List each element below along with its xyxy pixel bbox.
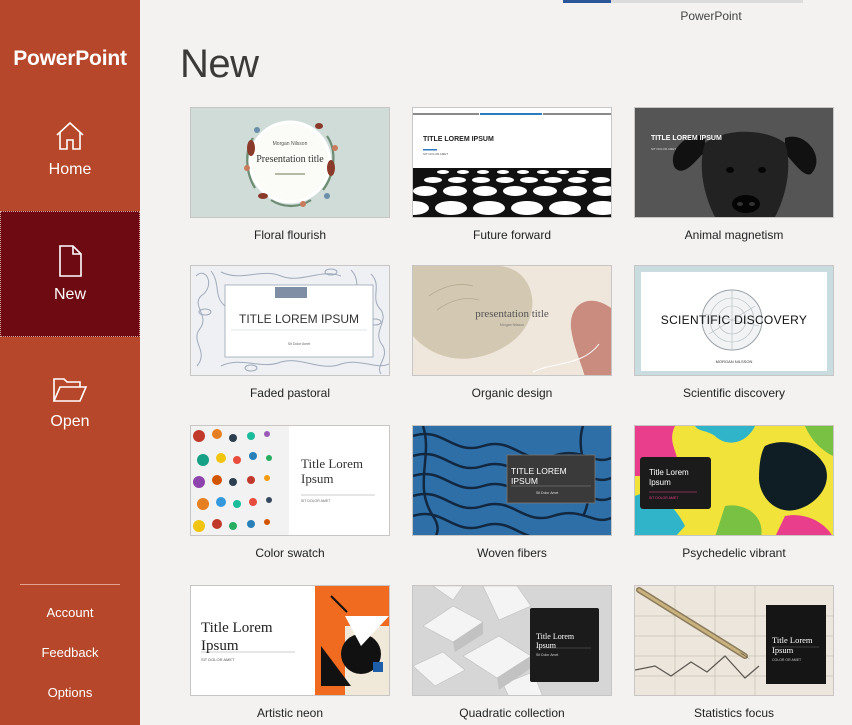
top-label: PowerPoint	[680, 9, 742, 23]
thumb-subtitle: COLOR OR AMET	[772, 658, 802, 662]
template-floral-flourish[interactable]: Morgan Nilsson Presentation title Floral…	[190, 107, 390, 242]
sidebar-divider	[20, 584, 120, 585]
nav-home[interactable]: Home	[0, 86, 140, 212]
template-thumbnail: TITLE LOREM IPSUM SIT DOLOR AMET	[412, 107, 612, 218]
template-thumbnail: TITLE LOREM IPSUM SIT DOLOR AMET	[634, 107, 834, 218]
template-thumbnail: Title Lorem Ipsum SIT DOLOR AMET	[190, 425, 390, 536]
thumb-title: Title Lorem Ipsum	[301, 456, 363, 486]
template-thumbnail: Title Lorem Ipsum SIT DOLOR AMET	[190, 585, 390, 696]
nav-home-label: Home	[48, 161, 92, 178]
template-name: Woven fibers	[477, 546, 547, 560]
thumb-subtitle: SIT DOLOR AMET	[423, 152, 449, 156]
thumb-title: TITLE LOREM IPSUM	[651, 135, 722, 142]
thumb-title: TITLE LOREM IPSUM	[423, 136, 494, 143]
powerpoint-backstage: PowerPoint Home New Open Account Feedbac…	[0, 0, 852, 725]
template-statistics-focus[interactable]: Title Lorem Ipsum COLOR OR AMET Statisti…	[634, 585, 834, 720]
nav-new[interactable]: New	[0, 211, 140, 337]
template-name: Statistics focus	[693, 706, 775, 720]
thumb-title: SCIENTIFIC DISCOVERY	[660, 313, 808, 327]
thumb-title: Presentation title	[256, 154, 324, 165]
thumb-subtitle: Sit Dolor Amet	[287, 342, 311, 346]
folder-open-icon	[52, 375, 88, 405]
scroll-indicator	[563, 0, 803, 3]
template-thumbnail: TITLE LOREM IPSUM Sit Dolor Amet	[412, 425, 612, 536]
nav-open-label: Open	[50, 413, 90, 430]
thumb-subtitle: SIT DOLOR AMET	[649, 496, 679, 500]
account-link[interactable]: Account	[0, 605, 140, 620]
template-thumbnail: Title Lorem Ipsum Sit Dolor Amet	[412, 585, 612, 696]
options-link[interactable]: Options	[0, 685, 140, 700]
home-icon	[53, 119, 87, 153]
thumb-author: Morgan Nilsson	[272, 141, 308, 147]
nav-new-label: New	[53, 286, 86, 303]
template-future-forward[interactable]: TITLE LOREM IPSUM SIT DOLOR AMET Future …	[412, 107, 612, 242]
thumb-subtitle: Sit Dolor Amet	[536, 491, 559, 495]
thumb-title: TITLE LOREM IPSUM	[511, 466, 567, 486]
template-name: Artistic neon	[256, 706, 324, 720]
thumb-subtitle: SIT DOLOR AMET	[301, 499, 331, 503]
template-thumbnail: Title Lorem Ipsum SIT DOLOR AMET	[634, 425, 834, 536]
thumb-subtitle: SIT DOLOR AMET	[651, 147, 677, 151]
thumb-title: TITLE LOREM IPSUM	[238, 312, 360, 326]
template-thumbnail: presentation title Morgan Nilsson	[412, 265, 612, 376]
thumb-subtitle: MORGAN NILSSON	[715, 359, 753, 364]
template-organic-design[interactable]: presentation title Morgan Nilsson Organi…	[412, 265, 612, 400]
template-quadratic-collection[interactable]: Title Lorem Ipsum Sit Dolor Amet Quadrat…	[412, 585, 612, 720]
nav-open[interactable]: Open	[0, 340, 140, 466]
thumb-subtitle: Sit Dolor Amet	[536, 653, 559, 657]
template-name: Quadratic collection	[459, 706, 565, 720]
template-artistic-neon[interactable]: Title Lorem Ipsum SIT DOLOR AMET Artisti…	[190, 585, 390, 720]
template-name: Scientific discovery	[682, 386, 786, 400]
template-woven-fibers[interactable]: TITLE LOREM IPSUM Sit Dolor Amet Woven f…	[412, 425, 612, 560]
template-name: Color swatch	[255, 546, 325, 560]
template-thumbnail: Morgan Nilsson Presentation title	[190, 107, 390, 218]
thumb-subtitle: SIT DOLOR AMET	[201, 657, 235, 662]
thumb-subtitle: Morgan Nilsson	[499, 323, 525, 327]
thumb-title: Title Lorem Ipsum	[201, 620, 273, 654]
template-name: Faded pastoral	[249, 386, 331, 400]
thumb-title: Title Lorem Ipsum	[536, 632, 575, 650]
template-animal-magnetism[interactable]: TITLE LOREM IPSUM SIT DOLOR AMET Animal …	[634, 107, 834, 242]
page-title: New	[180, 42, 259, 86]
template-scientific-discovery[interactable]: SCIENTIFIC DISCOVERY MORGAN NILSSON Scie…	[634, 265, 834, 400]
template-name: Animal magnetism	[684, 228, 784, 242]
template-thumbnail: SCIENTIFIC DISCOVERY MORGAN NILSSON	[634, 265, 834, 376]
new-document-icon	[55, 244, 85, 278]
template-name: Floral flourish	[253, 228, 327, 242]
thumb-title: Title Lorem Ipsum	[649, 468, 689, 487]
template-name: Organic design	[471, 386, 553, 400]
template-thumbnail: Title Lorem Ipsum COLOR OR AMET	[634, 585, 834, 696]
template-name: Future forward	[472, 228, 552, 242]
feedback-link[interactable]: Feedback	[0, 645, 140, 660]
template-name: Psychedelic vibrant	[682, 546, 786, 560]
app-brand: PowerPoint	[13, 47, 127, 70]
sidebar: PowerPoint Home New Open Account Feedbac…	[0, 0, 140, 725]
thumb-title: presentation title	[475, 308, 549, 320]
template-color-swatch[interactable]: Title Lorem Ipsum SIT DOLOR AMET Color s…	[190, 425, 390, 560]
template-faded-pastoral[interactable]: TITLE LOREM IPSUM Sit Dolor Amet Faded p…	[190, 265, 390, 400]
thumb-title: Title Lorem Ipsum	[772, 635, 813, 655]
template-psychedelic-vibrant[interactable]: Title Lorem Ipsum SIT DOLOR AMET Psyched…	[634, 425, 834, 560]
template-thumbnail: TITLE LOREM IPSUM Sit Dolor Amet	[190, 265, 390, 376]
